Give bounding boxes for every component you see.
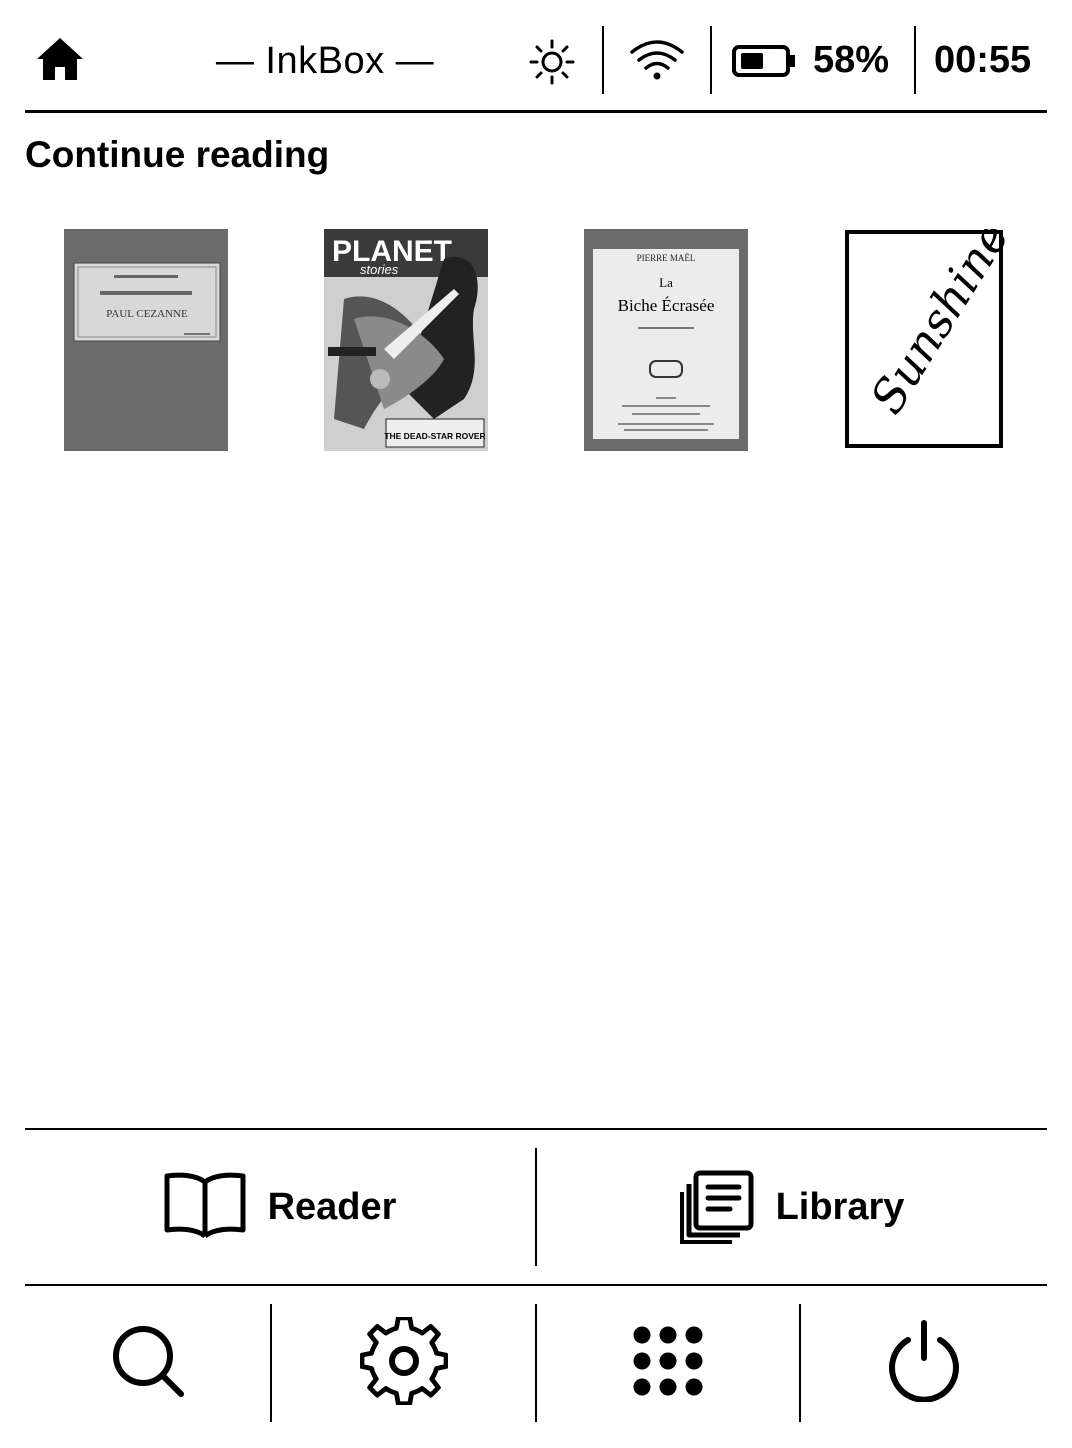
power-button[interactable]	[801, 1286, 1047, 1436]
app-title: — InkBox —	[215, 40, 435, 82]
cover-article: La	[659, 275, 673, 290]
book-cover[interactable]: PIERRE MAËL La Biche Écrasée	[584, 229, 748, 451]
status-divider	[710, 26, 712, 94]
settings-button[interactable]	[272, 1286, 535, 1436]
power-icon	[889, 1320, 959, 1402]
status-divider	[914, 26, 916, 94]
wifi-icon	[630, 40, 684, 80]
book-open-icon	[164, 1172, 246, 1239]
status-bar: — InkBox — 58% 00:55	[25, 0, 1047, 113]
reader-label: Reader	[267, 1186, 397, 1228]
brightness-button[interactable]	[528, 38, 576, 86]
recent-books: PAUL CEZANNE PLANET stories THE DEAD-STA…	[25, 229, 1047, 453]
book-cover[interactable]: PAUL CEZANNE	[64, 229, 228, 451]
apps-button[interactable]	[537, 1286, 799, 1436]
status-divider	[602, 26, 604, 94]
search-button[interactable]	[25, 1286, 270, 1436]
cover-author: PIERRE MAËL	[637, 253, 696, 263]
apps-icon	[633, 1326, 703, 1396]
battery-icon	[732, 44, 798, 78]
library-label: Library	[775, 1186, 905, 1228]
book-cover[interactable]: Sunshine	[844, 229, 1008, 451]
wifi-button[interactable]	[628, 38, 686, 82]
clock: 00:55	[934, 39, 1032, 81]
search-icon	[112, 1326, 184, 1397]
section-title: Continue reading	[25, 134, 330, 175]
cover-subtitle: stories	[360, 262, 399, 277]
library-icon	[679, 1170, 754, 1244]
cover-title: Biche Écrasée	[618, 296, 715, 315]
cover-title: PAUL CEZANNE	[106, 308, 188, 320]
home-icon	[37, 38, 83, 80]
cover-tagline: THE DEAD-STAR ROVER	[384, 431, 485, 441]
settings-icon	[359, 1317, 448, 1405]
book-cover[interactable]: PLANET stories THE DEAD-STAR ROVER	[324, 229, 488, 451]
sun-icon	[529, 39, 575, 85]
home-button[interactable]	[35, 36, 85, 82]
library-button[interactable]: Library	[537, 1130, 1047, 1284]
reader-button[interactable]: Reader	[25, 1130, 535, 1284]
battery-percentage: 58%	[813, 39, 890, 81]
